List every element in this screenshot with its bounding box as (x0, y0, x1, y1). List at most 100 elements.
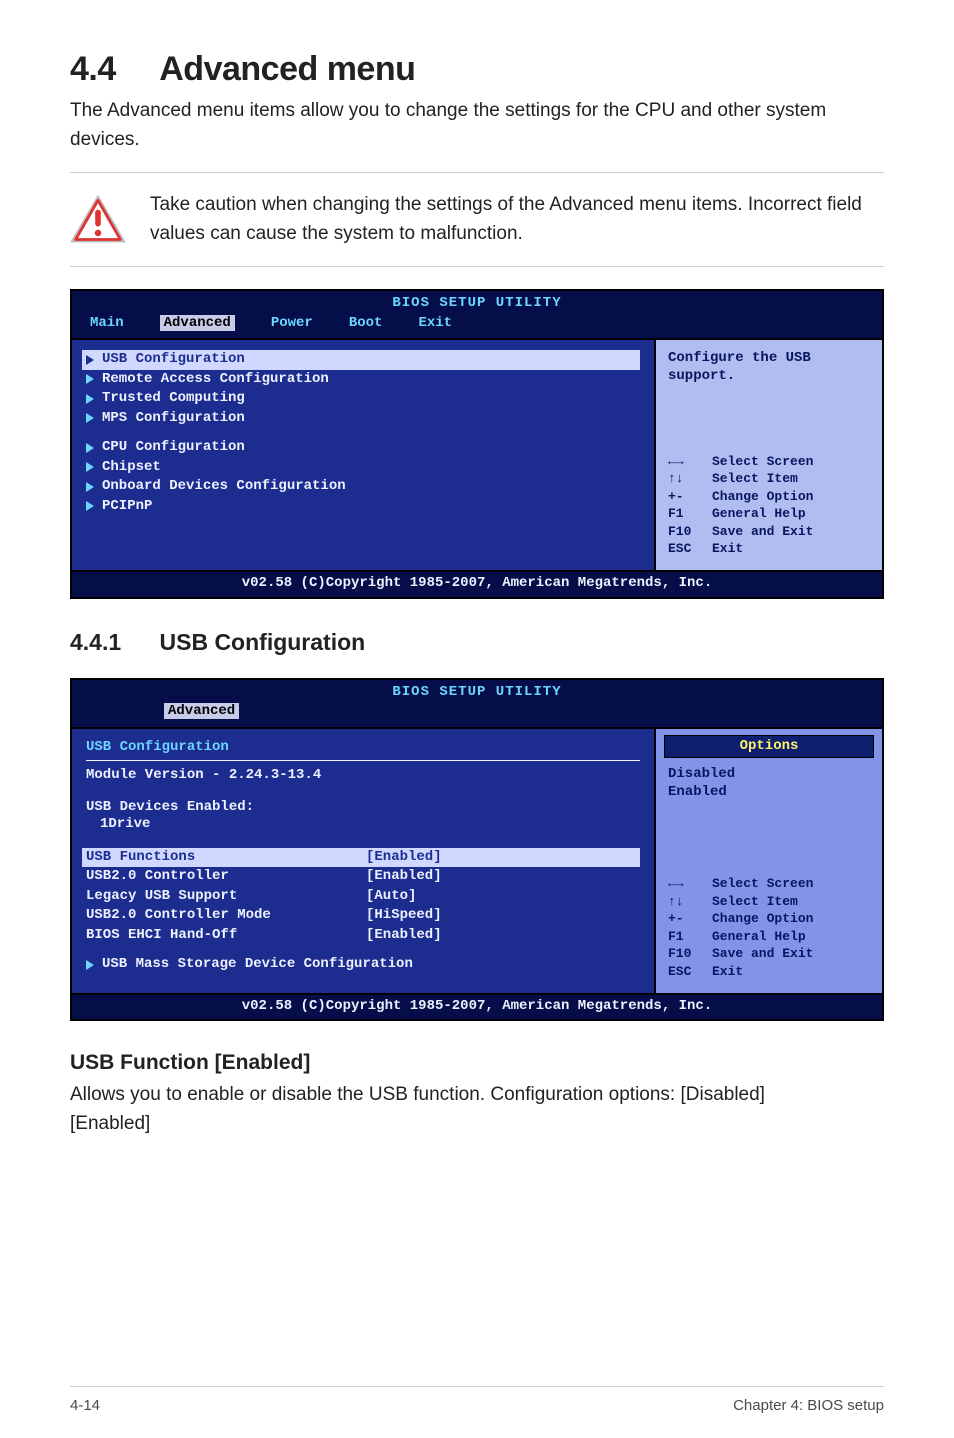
bios-copyright: v02.58 (C)Copyright 1985-2007, American … (72, 993, 882, 1020)
panel-heading: USB Configuration (86, 739, 640, 757)
bios-screen-advanced: BIOS SETUP UTILITY Main Advanced Power Boot… (70, 289, 884, 599)
submenu-label: Chipset (102, 459, 161, 477)
nav-key: ESC (668, 540, 702, 558)
setting-value: [HiSpeed] (366, 907, 442, 925)
submenu-label: USB Mass Storage Device Configuration (102, 956, 413, 974)
submenu-pcipnp[interactable]: PCIPnP (86, 497, 640, 517)
bios-title: BIOS SETUP UTILITY (392, 684, 561, 700)
submenu-remote-access-configuration[interactable]: Remote Access Configuration (86, 370, 640, 390)
submenu-onboard-devices-configuration[interactable]: Onboard Devices Configuration (86, 477, 640, 497)
nav-key-desc: Select Screen (712, 875, 813, 893)
setting-value: [Enabled] (366, 868, 442, 886)
submenu-arrow-icon (86, 462, 94, 472)
setting-label: BIOS EHCI Hand-Off (86, 927, 366, 945)
usb-function-desc-line2: [Enabled] (70, 1110, 884, 1139)
setting-usb2-0-controller-mode[interactable]: USB2.0 Controller Mode[HiSpeed] (86, 906, 640, 926)
section-number: 4.4 (70, 50, 116, 88)
section-title: Advanced menu (159, 50, 415, 88)
tab-advanced[interactable]: Advanced (160, 315, 253, 333)
bios-left-panel: USB ConfigurationRemote Access Configura… (72, 340, 654, 570)
section-intro: The Advanced menu items allow you to cha… (70, 97, 884, 154)
devices-enabled-label: USB Devices Enabled: (86, 799, 640, 817)
setting-label: USB2.0 Controller (86, 868, 366, 886)
nav-key-desc: General Help (712, 505, 806, 523)
tab-advanced[interactable]: Advanced (164, 703, 257, 721)
nav-key: ESC (668, 963, 702, 981)
nav-key: ↑↓ (668, 470, 702, 488)
bios-title: BIOS SETUP UTILITY (392, 295, 561, 311)
bios-nav-keys: ←→Select Screen↑↓Select Item+-Change Opt… (668, 453, 870, 558)
submenu-arrow-icon (86, 482, 94, 492)
nav-key: ↑↓ (668, 893, 702, 911)
nav-key: F1 (668, 505, 702, 523)
nav-key-desc: Save and Exit (712, 945, 813, 963)
nav-key-desc: Select Item (712, 893, 798, 911)
bios-help-text: Configure the USBsupport. (668, 350, 870, 385)
submenu-arrow-icon (86, 443, 94, 453)
warning-callout: Take caution when changing the settings … (70, 191, 884, 248)
divider (86, 760, 640, 761)
module-version: Module Version - 2.24.3-13.4 (86, 767, 640, 785)
bios-menubar: Advanced (72, 701, 882, 725)
setting-usb-functions[interactable]: USB Functions[Enabled] (82, 848, 640, 868)
usb-function-heading: USB Function [Enabled] (70, 1051, 884, 1075)
divider (70, 172, 884, 173)
tab-main[interactable]: Main (90, 315, 142, 333)
submenu-cpu-configuration[interactable]: CPU Configuration (86, 438, 640, 458)
subsection-heading: 4.4.1 USB Configuration (70, 629, 884, 656)
setting-usb2-0-controller[interactable]: USB2.0 Controller[Enabled] (86, 867, 640, 887)
usb-function-desc-line1: Allows you to enable or disable the USB … (70, 1081, 884, 1110)
warning-text: Take caution when changing the settings … (150, 191, 884, 248)
nav-key: F10 (668, 523, 702, 541)
setting-value: [Auto] (366, 888, 416, 906)
submenu-arrow-icon (86, 501, 94, 511)
submenu-label: Onboard Devices Configuration (102, 478, 346, 496)
submenu-arrow-icon (86, 355, 94, 365)
submenu-usb-configuration[interactable]: USB Configuration (82, 350, 640, 370)
bios-help-panel: Options DisabledEnabled ←→Select Screen↑… (654, 729, 882, 993)
nav-key: +- (668, 488, 702, 506)
setting-label: USB2.0 Controller Mode (86, 907, 366, 925)
setting-legacy-usb-support[interactable]: Legacy USB Support[Auto] (86, 887, 640, 907)
submenu-trusted-computing[interactable]: Trusted Computing (86, 389, 640, 409)
setting-value: [Enabled] (366, 927, 442, 945)
warning-icon (70, 193, 126, 245)
setting-bios-ehci-hand-off[interactable]: BIOS EHCI Hand-Off[Enabled] (86, 926, 640, 946)
submenu-mps-configuration[interactable]: MPS Configuration (86, 409, 640, 429)
submenu-label: MPS Configuration (102, 410, 245, 428)
nav-key-desc: General Help (712, 928, 806, 946)
submenu-arrow-icon (86, 960, 94, 970)
bios-menubar: Main Advanced Power Boot Exit (72, 313, 882, 337)
nav-key-desc: Select Item (712, 470, 798, 488)
page-number: 4-14 (70, 1397, 100, 1414)
bios-screen-usb-config: BIOS SETUP UTILITY Advanced USB Configur… (70, 678, 884, 1022)
submenu-label: CPU Configuration (102, 439, 245, 457)
option-enabled: Enabled (668, 784, 870, 802)
chapter-label: Chapter 4: BIOS setup (733, 1397, 884, 1414)
submenu-arrow-icon (86, 413, 94, 423)
setting-label: Legacy USB Support (86, 888, 366, 906)
option-disabled: Disabled (668, 766, 870, 784)
submenu-usb-mass-storage[interactable]: USB Mass Storage Device Configuration (86, 955, 640, 975)
setting-label: USB Functions (86, 849, 366, 867)
subsection-number: 4.4.1 (70, 629, 121, 655)
nav-key: ←→ (668, 453, 702, 471)
bios-left-panel: USB Configuration Module Version - 2.24.… (72, 729, 654, 993)
nav-key-desc: Select Screen (712, 453, 813, 471)
bios-nav-keys: ←→Select Screen↑↓Select Item+-Change Opt… (668, 875, 870, 980)
submenu-arrow-icon (86, 374, 94, 384)
submenu-label: Trusted Computing (102, 390, 245, 408)
tab-power[interactable]: Power (271, 315, 331, 333)
tab-exit[interactable]: Exit (418, 315, 470, 333)
nav-key: ←→ (668, 875, 702, 893)
submenu-label: Remote Access Configuration (102, 371, 329, 389)
subsection-title: USB Configuration (160, 629, 366, 655)
nav-key-desc: Change Option (712, 910, 813, 928)
nav-key-desc: Exit (712, 540, 743, 558)
submenu-chipset[interactable]: Chipset (86, 458, 640, 478)
setting-value: [Enabled] (366, 849, 442, 867)
nav-key-desc: Save and Exit (712, 523, 813, 541)
tab-boot[interactable]: Boot (349, 315, 401, 333)
nav-key: F1 (668, 928, 702, 946)
submenu-arrow-icon (86, 394, 94, 404)
